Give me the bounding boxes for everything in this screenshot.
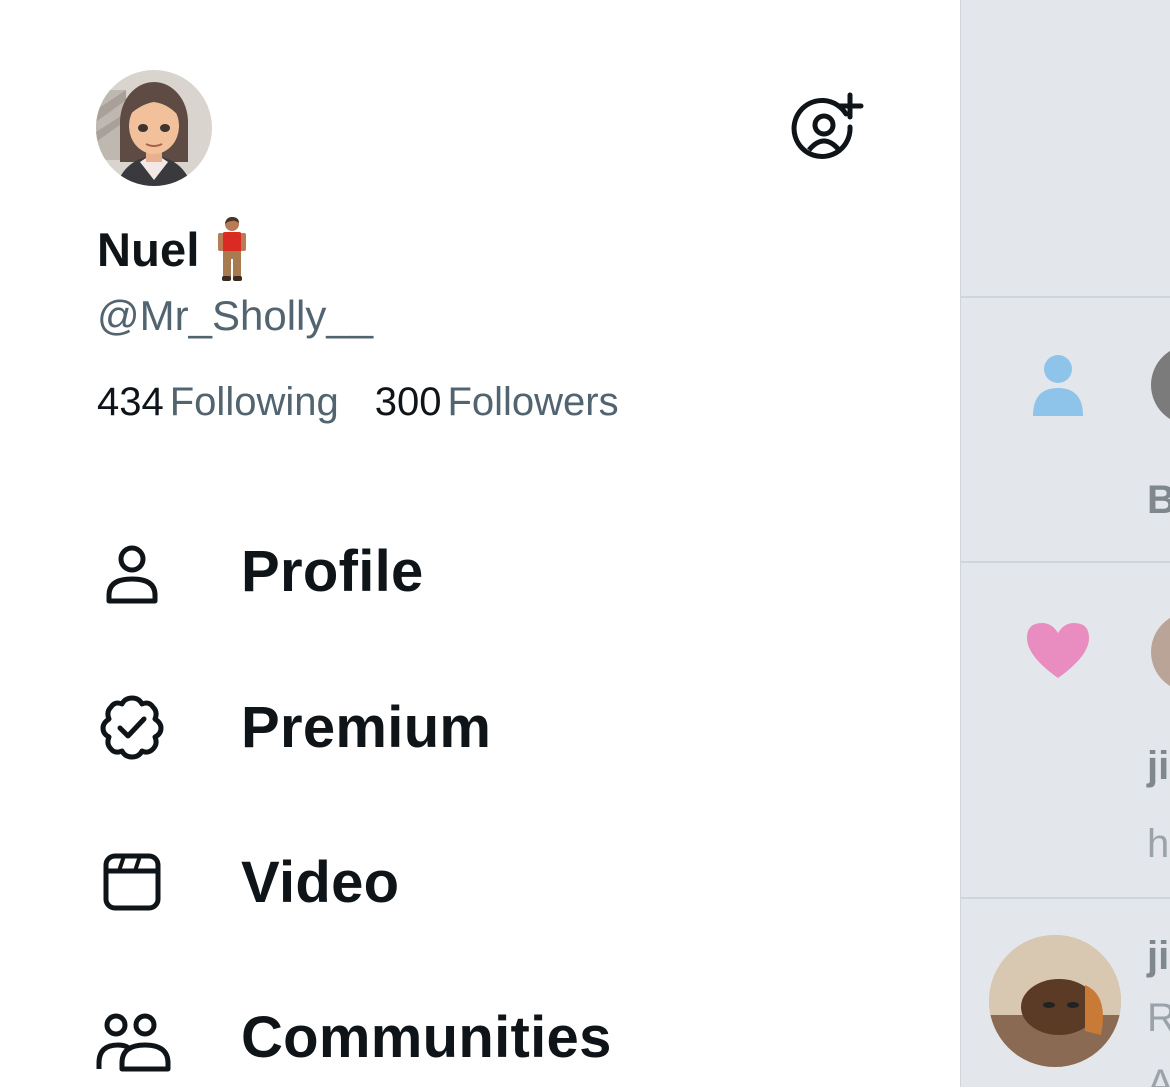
display-name[interactable]: Nuel: [97, 214, 250, 284]
user-handle: @Mr_Sholly__: [97, 292, 374, 339]
person-icon: [96, 533, 172, 609]
divider: [961, 296, 1170, 298]
avatar: [989, 935, 1121, 1067]
menu-item-communities[interactable]: Communities: [96, 982, 896, 1092]
tweet-subtitle: R: [1147, 996, 1170, 1041]
following-count: 434: [97, 380, 164, 424]
follow-stats: 434 Following 300 Followers: [97, 380, 619, 425]
divider: [961, 561, 1170, 563]
add-person-icon: [791, 92, 864, 159]
menu-label-communities: Communities: [241, 1004, 612, 1070]
followers-count: 300: [374, 380, 442, 424]
communities-icon: [96, 999, 172, 1075]
heart-icon: [1027, 623, 1089, 678]
following-label: Following: [169, 380, 339, 424]
avatar[interactable]: [96, 70, 212, 186]
menu-label-profile: Profile: [241, 538, 424, 604]
menu-item-profile[interactable]: Profile: [96, 516, 896, 626]
menu-item-premium[interactable]: Premium: [96, 672, 896, 782]
following-link[interactable]: 434 Following: [97, 380, 339, 425]
notification-username: B: [1147, 478, 1170, 523]
avatar: [1151, 612, 1170, 692]
followers-link[interactable]: 300 Followers: [375, 380, 619, 425]
tweet-author: ji: [1147, 934, 1170, 978]
background-timeline-overlay[interactable]: B ji h ji R A: [960, 0, 1170, 1087]
navigation-drawer: Nuel @Mr_Sholly__ 434 Following 300 Followe…: [0, 0, 960, 1087]
menu-label-premium: Premium: [241, 694, 492, 760]
tweet-text: A: [1147, 1062, 1170, 1087]
notification-username: ji: [1147, 744, 1170, 788]
followers-label: Followers: [447, 380, 619, 424]
person-icon: [1033, 355, 1083, 416]
notification-text: h: [1147, 822, 1170, 866]
menu-label-video: Video: [241, 849, 400, 915]
video-clapper-icon: [96, 844, 172, 920]
avatar: [1151, 345, 1170, 425]
divider: [961, 897, 1170, 899]
man-standing-emoji-icon: [214, 216, 250, 282]
display-name-text: Nuel: [97, 222, 200, 276]
add-account-button[interactable]: [790, 92, 866, 168]
menu-item-video[interactable]: Video: [96, 827, 896, 937]
verified-badge-icon: [96, 689, 172, 765]
